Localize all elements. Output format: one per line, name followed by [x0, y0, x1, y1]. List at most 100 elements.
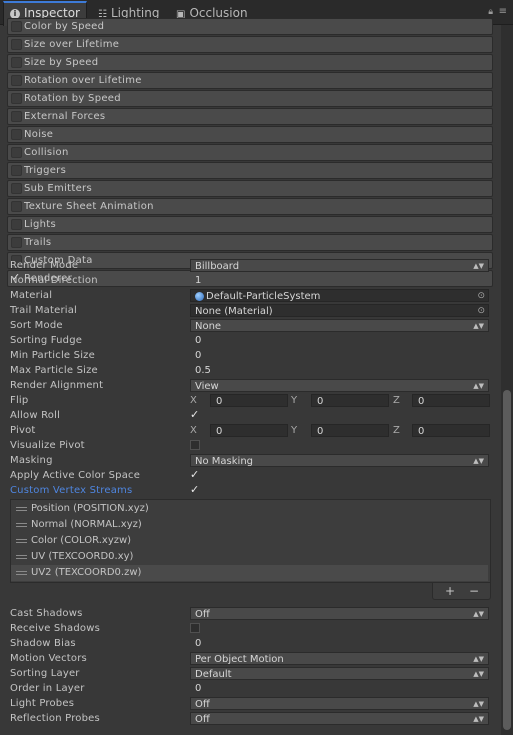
module-header[interactable]: Collision — [7, 144, 493, 161]
flip-x-field[interactable]: 0 — [210, 394, 288, 407]
reflection-probes-dropdown[interactable]: Off ▲▼ — [190, 712, 489, 725]
module-header[interactable]: Triggers — [7, 162, 493, 179]
shadow-bias-field[interactable]: 0 — [190, 636, 201, 651]
module-header[interactable]: Texture Sheet Animation — [7, 198, 493, 215]
render-alignment-label: Render Alignment — [10, 380, 104, 391]
light-probes-row: Light Probes Off ▲▼ — [10, 696, 490, 711]
info-icon: i — [10, 8, 20, 19]
module-header[interactable]: Rotation over Lifetime — [7, 72, 493, 89]
motion-vectors-dropdown[interactable]: Per Object Motion ▲▼ — [190, 652, 489, 665]
trail-material-field[interactable]: None (Material) ⊙ — [190, 304, 489, 317]
remove-stream-button[interactable]: − — [469, 583, 479, 599]
module-header[interactable]: Trails — [7, 234, 493, 251]
flip-z-field[interactable]: 0 — [412, 394, 490, 407]
material-value: Default-ParticleSystem — [206, 291, 321, 302]
module-checkbox[interactable] — [11, 93, 22, 104]
pivot-x-field[interactable]: 0 — [210, 424, 288, 437]
receive-shadows-checkbox[interactable] — [190, 623, 200, 633]
vertex-stream-item[interactable]: UV (TEXCOORD0.xy) — [11, 549, 488, 565]
render-mode-row: Render Mode Billboard ▲▼ — [10, 258, 490, 273]
menu-icon[interactable]: ≡ — [499, 6, 507, 17]
render-alignment-row: Render Alignment View ▲▼ — [10, 378, 490, 393]
pivot-row: Pivot X 0 Y 0 Z 0 — [10, 423, 490, 438]
module-checkbox[interactable] — [11, 75, 22, 86]
module-checkbox[interactable] — [11, 129, 22, 140]
max-particle-size-row: Max Particle Size 0.5 — [10, 363, 490, 378]
render-mode-dropdown[interactable]: Billboard ▲▼ — [190, 259, 489, 272]
sorting-layer-dropdown[interactable]: Default ▲▼ — [190, 667, 489, 680]
sorting-fudge-label: Sorting Fudge — [10, 335, 83, 346]
module-header[interactable]: Size over Lifetime — [7, 36, 493, 53]
vertex-stream-label: UV (TEXCOORD0.xy) — [31, 551, 134, 562]
normal-direction-field[interactable]: 1 — [190, 273, 201, 288]
module-checkbox[interactable] — [11, 147, 22, 158]
max-particle-size-field[interactable]: 0.5 — [190, 363, 211, 378]
module-checkbox[interactable] — [11, 57, 22, 68]
module-header[interactable]: Size by Speed — [7, 54, 493, 71]
pivot-y-field[interactable]: 0 — [311, 424, 389, 437]
min-particle-size-row: Min Particle Size 0 — [10, 348, 490, 363]
module-label: Trails — [24, 237, 52, 248]
dropdown-arrow-icon: ▲▼ — [473, 610, 484, 618]
drag-handle-icon[interactable] — [16, 507, 27, 511]
module-header[interactable]: Lights — [7, 216, 493, 233]
masking-dropdown[interactable]: No Masking ▲▼ — [190, 454, 489, 467]
dropdown-arrow-icon: ▲▼ — [473, 715, 484, 723]
apply-active-color-space-checkbox[interactable]: ✓ — [190, 469, 200, 480]
dropdown-arrow-icon: ▲▼ — [473, 457, 484, 465]
sort-mode-row: Sort Mode None ▲▼ — [10, 318, 490, 333]
sort-mode-dropdown[interactable]: None ▲▼ — [190, 319, 489, 332]
light-probes-dropdown[interactable]: Off ▲▼ — [190, 697, 489, 710]
module-header[interactable]: Color by Speed — [7, 18, 493, 35]
material-field[interactable]: Default-ParticleSystem ⊙ — [190, 289, 489, 302]
visualize-pivot-checkbox[interactable] — [190, 440, 200, 450]
pivot-z-field[interactable]: 0 — [412, 424, 490, 437]
module-header[interactable]: Sub Emitters — [7, 180, 493, 197]
module-header[interactable]: Noise — [7, 126, 493, 143]
custom-vertex-streams-checkbox[interactable]: ✓ — [190, 484, 200, 495]
drag-handle-icon[interactable] — [16, 555, 27, 559]
module-header[interactable]: External Forces — [7, 108, 493, 125]
sorting-layer-label: Sorting Layer — [10, 668, 80, 679]
sorting-fudge-field[interactable]: 0 — [190, 333, 201, 348]
module-header[interactable]: Rotation by Speed — [7, 90, 493, 107]
render-alignment-dropdown[interactable]: View ▲▼ — [190, 379, 489, 392]
allow-roll-checkbox[interactable]: ✓ — [190, 409, 200, 420]
cast-shadows-dropdown[interactable]: Off ▲▼ — [190, 607, 489, 620]
module-checkbox[interactable] — [11, 219, 22, 230]
min-particle-size-field[interactable]: 0 — [190, 348, 201, 363]
apply-active-color-space-label: Apply Active Color Space — [10, 470, 141, 481]
object-picker-icon[interactable]: ⊙ — [477, 305, 485, 318]
render-mode-value: Billboard — [195, 261, 240, 272]
module-checkbox[interactable] — [11, 111, 22, 122]
allow-roll-row: Allow Roll ✓ — [10, 408, 490, 423]
module-checkbox[interactable] — [11, 183, 22, 194]
reflection-probes-row: Reflection Probes Off ▲▼ — [10, 711, 490, 726]
motion-vectors-row: Motion Vectors Per Object Motion ▲▼ — [10, 651, 490, 666]
drag-handle-icon[interactable] — [16, 571, 27, 575]
object-picker-icon[interactable]: ⊙ — [477, 290, 485, 303]
vertex-stream-item[interactable]: Color (COLOR.xyzw) — [11, 533, 488, 549]
sort-mode-value: None — [195, 321, 222, 332]
flip-y-field[interactable]: 0 — [311, 394, 389, 407]
vertex-stream-item[interactable]: Position (POSITION.xyz) — [11, 501, 488, 517]
flip-label: Flip — [10, 395, 29, 406]
module-checkbox[interactable] — [11, 237, 22, 248]
module-label: Triggers — [24, 165, 67, 176]
list-footer: + − — [432, 583, 491, 600]
y-axis-label: Y — [291, 425, 298, 436]
vertex-stream-item[interactable]: UV2 (TEXCOORD0.zw) — [11, 565, 488, 581]
vertex-stream-item[interactable]: Normal (NORMAL.xyz) — [11, 517, 488, 533]
lock-icon[interactable]: 🔒︎ — [488, 7, 493, 17]
add-stream-button[interactable]: + — [445, 583, 455, 599]
module-checkbox[interactable] — [11, 21, 22, 32]
drag-handle-icon[interactable] — [16, 523, 27, 527]
module-checkbox[interactable] — [11, 165, 22, 176]
module-checkbox[interactable] — [11, 201, 22, 212]
order-in-layer-field[interactable]: 0 — [190, 681, 201, 696]
scrollbar-thumb[interactable] — [503, 390, 511, 730]
render-mode-label: Render Mode — [10, 260, 79, 271]
drag-handle-icon[interactable] — [16, 539, 27, 543]
vertex-streams-list: Position (POSITION.xyz) Normal (NORMAL.xy… — [10, 499, 491, 583]
module-checkbox[interactable] — [11, 39, 22, 50]
